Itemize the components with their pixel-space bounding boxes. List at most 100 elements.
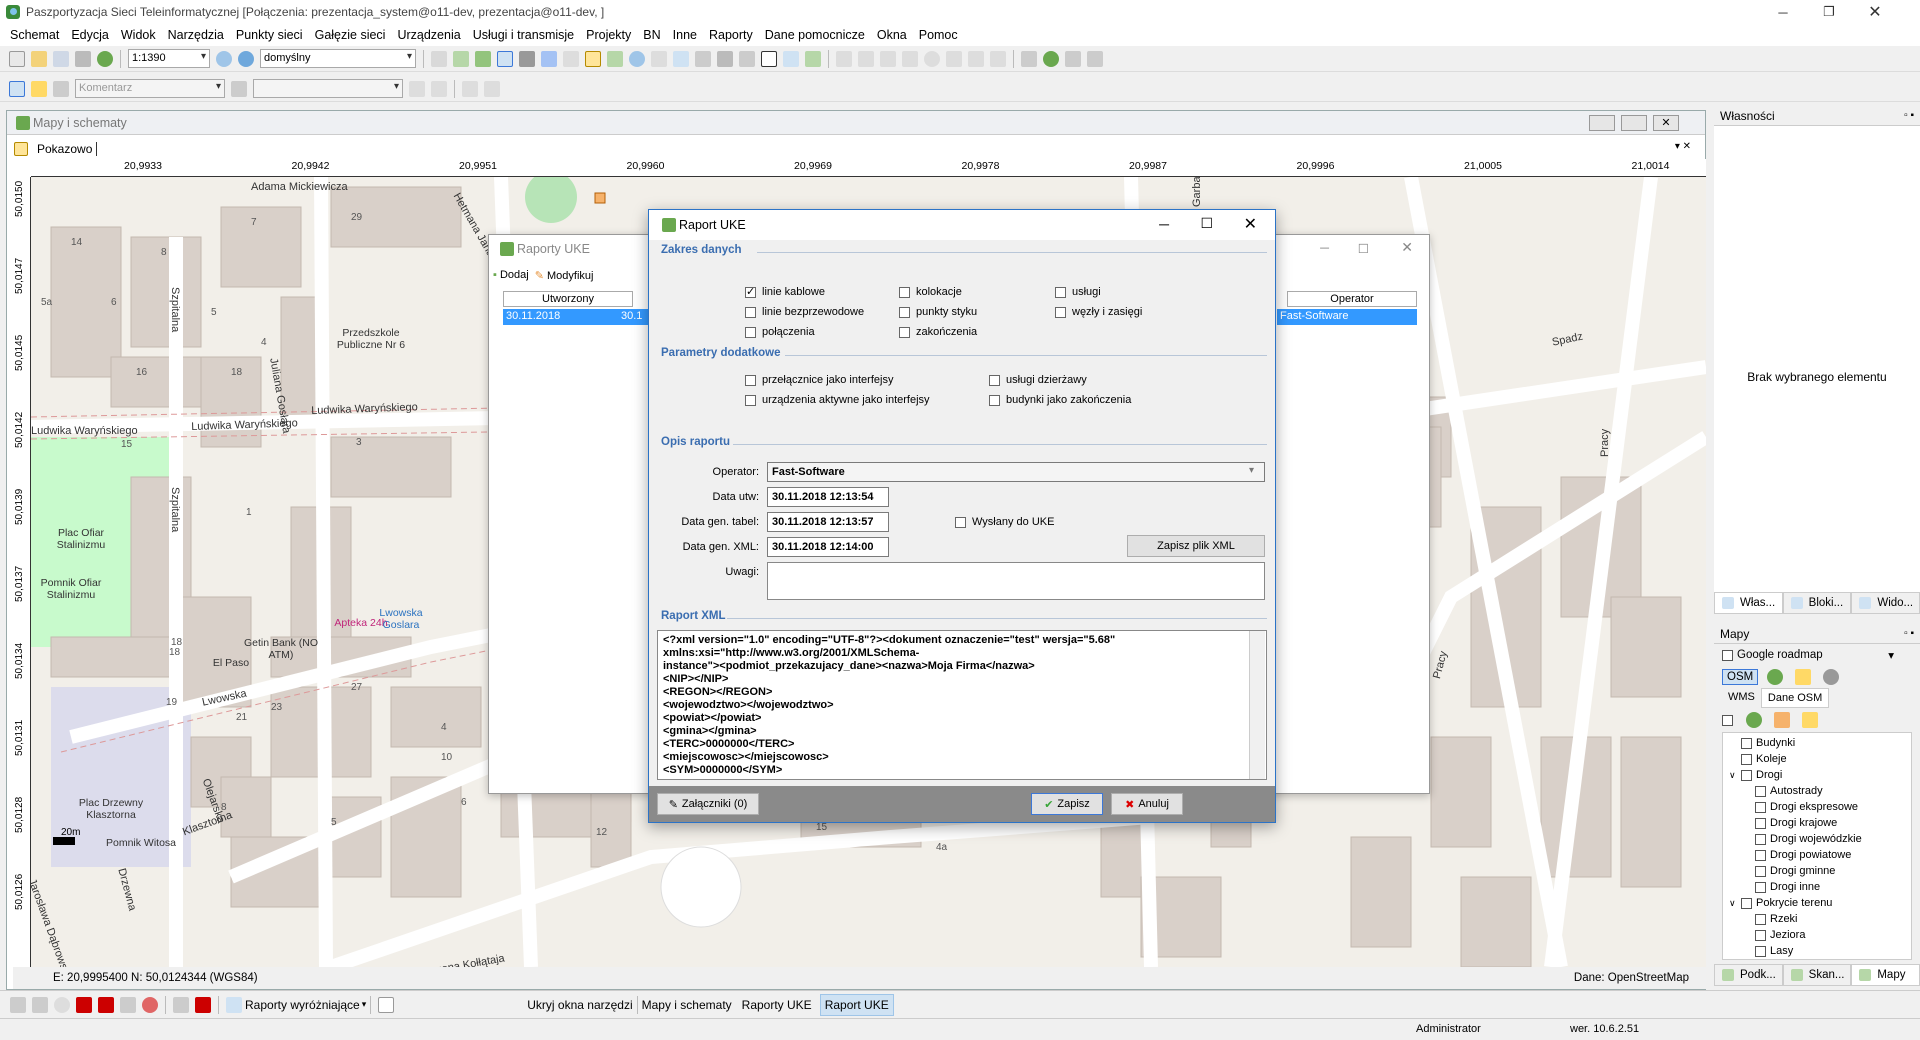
person-icon[interactable] <box>1065 50 1081 67</box>
new-icon[interactable] <box>9 50 25 67</box>
expand-icon[interactable]: ∨ <box>1729 898 1741 909</box>
menu-item-8[interactable]: Projekty <box>580 28 637 42</box>
task-maps[interactable]: Mapy i schematy <box>642 998 732 1012</box>
checkbox-box[interactable] <box>1055 306 1066 318</box>
tree-checkbox[interactable] <box>1755 913 1766 925</box>
col-operator-header[interactable]: Operator <box>1287 291 1417 307</box>
dialog-close-button[interactable]: ✕ <box>1244 214 1257 234</box>
save-icon[interactable] <box>53 50 69 67</box>
pencil-icon[interactable] <box>31 80 47 97</box>
hide-tools-button[interactable]: Ukryj okna narzędzi <box>527 998 632 1012</box>
globe-icon[interactable] <box>1043 50 1059 67</box>
tree-checkbox[interactable] <box>1741 769 1752 781</box>
checkbox-box[interactable] <box>745 285 756 298</box>
range-checkbox[interactable]: usługi <box>1055 286 1101 298</box>
layer-icon[interactable] <box>431 50 447 67</box>
tree-item[interactable]: Drogi krajowe <box>1727 815 1911 831</box>
checkbox-box[interactable] <box>989 374 1000 386</box>
map-tab[interactable]: Pokazowo <box>11 139 98 159</box>
report-icon[interactable] <box>226 996 242 1013</box>
style-combo[interactable]: domyślny <box>260 49 416 68</box>
tool-i-icon[interactable] <box>1021 50 1037 67</box>
osm-globe-icon[interactable] <box>1767 669 1784 685</box>
tool-grid-icon[interactable] <box>173 996 189 1013</box>
row-trunc-cell[interactable]: 30.1 <box>619 309 649 325</box>
tree-item[interactable]: Jeziora <box>1727 927 1911 943</box>
raporty-maximize-button[interactable]: ☐ <box>1358 241 1369 256</box>
tool-a-icon[interactable] <box>836 50 852 67</box>
properties-tab[interactable]: Bloki... <box>1782 592 1852 614</box>
checkbox-box[interactable] <box>745 374 756 386</box>
chain-icon[interactable] <box>462 80 478 97</box>
tool-pen-icon[interactable] <box>10 996 26 1013</box>
menu-item-3[interactable]: Narzędzia <box>162 28 230 42</box>
table-icon[interactable] <box>651 50 667 67</box>
task-raporty[interactable]: Raporty UKE <box>742 998 812 1012</box>
created-field[interactable]: 30.11.2018 12:13:54 <box>767 487 889 507</box>
osm-pen-icon[interactable] <box>1802 712 1818 728</box>
route2-icon[interactable] <box>717 50 733 67</box>
tree-item[interactable]: ∨ Drogi <box>1727 767 1911 783</box>
tree-checkbox[interactable] <box>1755 881 1766 893</box>
draw-icon[interactable] <box>53 80 69 97</box>
menu-item-7[interactable]: Usługi i transmisje <box>467 28 580 42</box>
dialog-maximize-button[interactable]: ☐ <box>1200 215 1213 232</box>
cursor-icon[interactable] <box>484 80 500 97</box>
menu-item-5[interactable]: Gałęzie sieci <box>309 28 392 42</box>
print-icon[interactable] <box>75 50 91 67</box>
checkbox-box[interactable] <box>745 326 756 338</box>
google-layer[interactable]: Google roadmap ▾ <box>1714 644 1920 666</box>
checkbox-box[interactable] <box>745 394 756 406</box>
link-icon[interactable] <box>761 50 777 67</box>
range-checkbox[interactable]: punkty styku <box>899 306 977 318</box>
person2-icon[interactable] <box>1087 50 1103 67</box>
zoom-in-icon[interactable] <box>238 50 254 67</box>
map-minimize-button[interactable] <box>1589 115 1615 131</box>
range-checkbox[interactable]: zakończenia <box>899 326 977 338</box>
menu-item-12[interactable]: Dane pomocnicze <box>759 28 871 42</box>
menu-item-13[interactable]: Okna <box>871 28 913 42</box>
tree-checkbox[interactable] <box>1755 849 1766 861</box>
save-button[interactable]: ✔ Zapisz <box>1031 793 1103 815</box>
bottom-tab[interactable]: Podk... <box>1714 964 1783 986</box>
raporty-close-button[interactable]: ✕ <box>1401 239 1413 256</box>
menu-item-11[interactable]: Raporty <box>703 28 759 42</box>
tool-edit-icon[interactable] <box>120 996 136 1013</box>
tool-e-icon[interactable] <box>924 50 940 67</box>
grid-icon[interactable] <box>563 50 579 67</box>
task-raport[interactable]: Raport UKE <box>819 993 894 1016</box>
attachments-button[interactable]: ✎ Załączniki (0) <box>657 793 759 815</box>
checkbox-box[interactable] <box>899 306 910 318</box>
gen-tab-field[interactable]: 30.11.2018 12:13:57 <box>767 512 889 532</box>
maximize-button[interactable]: ❐ <box>1806 0 1852 24</box>
param-checkbox[interactable]: urządzenia aktywne jako interfejsy <box>745 394 930 406</box>
tree-item[interactable]: Drogi gminne <box>1727 863 1911 879</box>
empty-combo[interactable] <box>253 79 403 98</box>
range-checkbox[interactable]: kolokacje <box>899 286 962 298</box>
measure-icon[interactable] <box>783 50 799 67</box>
tree-item[interactable]: Rzeki <box>1727 911 1911 927</box>
osm-layer[interactable]: OSM <box>1714 666 1920 688</box>
xml-textarea[interactable]: <?xml version="1.0" encoding="UTF-8"?><d… <box>657 630 1267 780</box>
network-icon[interactable] <box>541 50 557 67</box>
dialog-minimize-button[interactable]: ─ <box>1159 216 1169 232</box>
tree-item[interactable]: Drogi powiatowe <box>1727 847 1911 863</box>
chart-icon[interactable] <box>585 50 601 67</box>
tree-item[interactable]: Koleje <box>1727 751 1911 767</box>
tree-checkbox[interactable] <box>1755 785 1766 797</box>
tree-checkbox[interactable] <box>1755 929 1766 941</box>
tree-checkbox[interactable] <box>1755 817 1766 829</box>
tool-c-icon[interactable] <box>880 50 896 67</box>
tool-red2-icon[interactable] <box>98 996 114 1013</box>
operator-select[interactable]: Fast-Software <box>767 462 1265 482</box>
checkbox-box[interactable] <box>745 306 756 318</box>
comment-combo[interactable]: Komentarz <box>75 79 225 98</box>
param-checkbox[interactable]: usługi dzierżawy <box>989 374 1087 386</box>
tree-checkbox[interactable] <box>1741 897 1752 909</box>
sent-checkbox[interactable]: Wysłany do UKE <box>955 516 1054 528</box>
col-created-header[interactable]: Utworzony <box>503 291 633 307</box>
map-close-button[interactable]: ✕ <box>1653 115 1679 131</box>
expand-icon[interactable] <box>805 50 821 67</box>
checkbox-box[interactable] <box>1055 286 1066 298</box>
save-xml-button[interactable]: Zapisz plik XML <box>1127 535 1265 557</box>
